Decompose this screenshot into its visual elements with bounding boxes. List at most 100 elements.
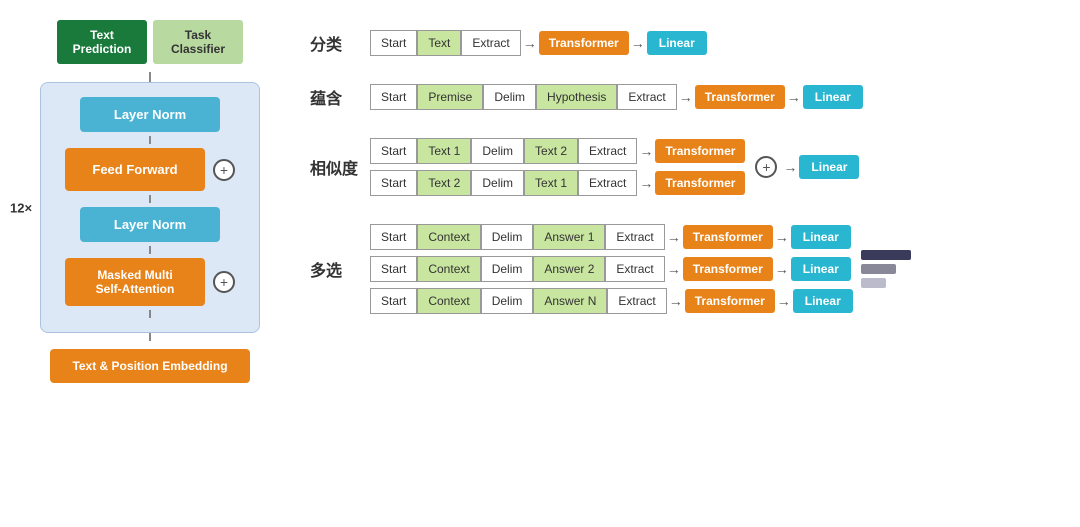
- task-classifier-box: Task Classifier: [153, 20, 243, 64]
- token-start-mcn: Start: [370, 288, 417, 314]
- task-entailment: 蕴含 Start Premise Delim Hypothesis Extrac…: [310, 84, 1070, 110]
- output-boxes: Text Prediction Task Classifier: [57, 20, 243, 64]
- plus-attn: +: [213, 271, 235, 293]
- token-premise: Premise: [417, 84, 483, 110]
- arrow-to-linear: →: [631, 35, 645, 51]
- mc-bar-3: [861, 278, 886, 288]
- token-context-mc2: Context: [417, 256, 480, 282]
- linear-mc1: Linear: [791, 225, 851, 249]
- task-similarity: 相似度 Start Text 1 Delim Text 2 Extract → …: [310, 138, 1070, 196]
- conn-bottom: [149, 333, 151, 341]
- arrow-t-mc1: →: [667, 229, 681, 245]
- transformer-block-wrapper: 12× Layer Norm Feed Forward + Layer N: [40, 82, 260, 333]
- transformer-s2: Transformer: [655, 171, 745, 195]
- token-context-mcn: Context: [417, 288, 480, 314]
- seq-sim2: Start Text 2 Delim Text 1 Extract → Tran…: [370, 170, 745, 196]
- feed-forward-box: Feed Forward: [65, 148, 205, 191]
- linear-mcn: Linear: [793, 289, 853, 313]
- token-start: Start: [370, 30, 417, 56]
- token-extract-e: Extract: [617, 84, 676, 110]
- arrow-l-mc2: →: [775, 261, 789, 277]
- token-start-e: Start: [370, 84, 417, 110]
- arrow-t-s2: →: [639, 175, 653, 191]
- linear-sim: Linear: [799, 155, 859, 179]
- token-delim-s2: Delim: [471, 170, 524, 196]
- main-diagram: Text Prediction Task Classifier 12× Laye…: [0, 0, 1080, 527]
- conn-top: [149, 72, 151, 82]
- token-delim-mc1: Delim: [481, 224, 534, 250]
- token-extract-mcn: Extract: [607, 288, 666, 314]
- token-start-mc1: Start: [370, 224, 417, 250]
- token-delim-s1: Delim: [471, 138, 524, 164]
- mc-bar-chart: [861, 250, 911, 288]
- layer-norm-bottom: Layer Norm: [80, 207, 220, 242]
- sim-rows-container: Start Text 1 Delim Text 2 Extract → Tran…: [370, 138, 745, 196]
- conn4: [149, 310, 151, 318]
- plus-ff: +: [213, 159, 235, 181]
- text-prediction-box: Text Prediction: [57, 20, 147, 64]
- seq-mc2: Start Context Delim Answer 2 Extract → T…: [370, 256, 853, 282]
- token-hypothesis: Hypothesis: [536, 84, 617, 110]
- token-ans2: Answer 2: [533, 256, 605, 282]
- token-text1: Text 1: [417, 138, 471, 164]
- task-classification: 分类 Start Text Extract → Transformer → Li…: [310, 30, 1070, 56]
- arrow-to-linear-e: →: [787, 89, 801, 105]
- conn1: [149, 136, 151, 144]
- token-text: Text: [417, 30, 461, 56]
- layer-norm-top: Layer Norm: [80, 97, 220, 132]
- right-panel: 分类 Start Text Extract → Transformer → Li…: [290, 20, 1070, 328]
- token-extract-mc2: Extract: [605, 256, 664, 282]
- task-multichoice: 多选 Start Context Delim Answer 1 Extract …: [310, 224, 1070, 314]
- token-extract-s2: Extract: [578, 170, 637, 196]
- token-start-s1: Start: [370, 138, 417, 164]
- token-text2-s1: Text 2: [524, 138, 578, 164]
- arrow-to-transformer: →: [523, 35, 537, 51]
- arrow-l-mcn: →: [777, 293, 791, 309]
- plus-sim: +: [755, 156, 777, 178]
- left-panel: Text Prediction Task Classifier 12× Laye…: [10, 20, 290, 383]
- token-delim-e: Delim: [483, 84, 536, 110]
- transformer-s1: Transformer: [655, 139, 745, 163]
- seq-mc1: Start Context Delim Answer 1 Extract → T…: [370, 224, 853, 250]
- attn-plus-row: Masked Multi Self-Attention +: [59, 258, 241, 306]
- token-context-mc1: Context: [417, 224, 480, 250]
- token-extract-s1: Extract: [578, 138, 637, 164]
- arrow-t-mc2: →: [667, 261, 681, 277]
- arrow-to-transformer-e: →: [679, 89, 693, 105]
- token-start-s2: Start: [370, 170, 417, 196]
- token-text2-s2: Text 2: [417, 170, 471, 196]
- transformer-block: Layer Norm Feed Forward + Layer Norm: [40, 82, 260, 333]
- transformer-mc1: Transformer: [683, 225, 773, 249]
- task-label-classification: 分类: [310, 31, 360, 55]
- seq-entailment: Start Premise Delim Hypothesis Extract →…: [370, 84, 863, 110]
- attn-row: [59, 246, 241, 254]
- task-label-mc: 多选: [310, 257, 360, 281]
- conn3: [149, 246, 151, 254]
- arrow-sim-linear: →: [783, 159, 797, 175]
- linear-box-e: Linear: [803, 85, 863, 109]
- arrow-t-mcn: →: [669, 293, 683, 309]
- sim-plus-linear: + → Linear: [751, 155, 859, 179]
- masked-attn-box: Masked Multi Self-Attention: [65, 258, 205, 306]
- plus-ff-side: +: [213, 159, 235, 181]
- transformer-mc2: Transformer: [683, 257, 773, 281]
- linear-box: Linear: [647, 31, 707, 55]
- embedding-box: Text & Position Embedding: [50, 349, 250, 383]
- token-delim-mc2: Delim: [481, 256, 534, 282]
- transformer-mcn: Transformer: [685, 289, 775, 313]
- token-delim-mcn: Delim: [481, 288, 534, 314]
- token-extract-mc1: Extract: [605, 224, 664, 250]
- linear-mc2: Linear: [791, 257, 851, 281]
- task-label-similarity: 相似度: [310, 155, 360, 179]
- mc-bar-1: [861, 250, 911, 260]
- task-label-entailment: 蕴含: [310, 85, 360, 109]
- token-ans1: Answer 1: [533, 224, 605, 250]
- ff-row: Feed Forward +: [59, 148, 241, 191]
- seq-mcn: Start Context Delim Answer N Extract → T…: [370, 288, 853, 314]
- token-text1-s2: Text 1: [524, 170, 578, 196]
- multiplier-label: 12×: [10, 200, 32, 215]
- seq-classification: Start Text Extract → Transformer → Linea…: [370, 30, 707, 56]
- seq-sim1: Start Text 1 Delim Text 2 Extract → Tran…: [370, 138, 745, 164]
- token-start-mc2: Start: [370, 256, 417, 282]
- arrow-t-s1: →: [639, 143, 653, 159]
